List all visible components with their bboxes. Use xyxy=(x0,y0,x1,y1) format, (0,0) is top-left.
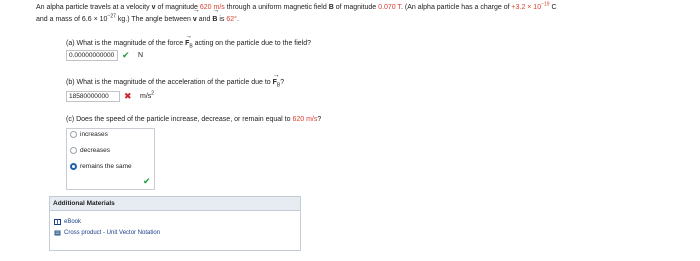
correct-check-icon: ✔ xyxy=(143,176,151,186)
additional-materials-panel: Additional Materials eBook Cross product… xyxy=(49,196,301,251)
part-b-unit: m/s2 xyxy=(140,90,155,100)
velocity-vector: v xyxy=(152,0,159,14)
charge-value: +3.2 × 10−19 xyxy=(511,1,550,11)
cross-product-link[interactable]: Cross product - Unit Vector Notation xyxy=(54,230,160,236)
problem-text: of magnitude xyxy=(335,4,377,11)
problem-text: of magnitude xyxy=(157,4,198,11)
problem-statement: An alpha particle travels at a velocity … xyxy=(36,0,696,26)
part-c-options: increases decreases remains the same ✔ xyxy=(66,128,155,190)
mass-text: and a mass of 6.6 × 10−27 xyxy=(36,13,116,23)
incorrect-x-icon: ✖ xyxy=(124,91,132,101)
document-icon xyxy=(54,230,61,236)
correct-check-icon: ✔ xyxy=(122,50,130,60)
problem-text: through a uniform magnetic field xyxy=(226,4,327,11)
field-vector: B xyxy=(212,7,219,26)
problem-text: is xyxy=(219,16,225,23)
radio-button-selected[interactable] xyxy=(70,163,77,170)
charge-unit: C xyxy=(551,4,557,11)
part-b-question: (b) What is the magnitude of the acceler… xyxy=(66,72,284,88)
part-b-answer-field[interactable]: 18580000000 xyxy=(66,91,120,102)
option-remains-the-same[interactable]: remains the same xyxy=(70,163,132,170)
option-decreases[interactable]: decreases xyxy=(70,147,110,154)
problem-text: kg.) The angle between xyxy=(117,16,191,23)
book-icon xyxy=(54,219,61,225)
additional-materials-title: Additional Materials xyxy=(50,197,300,211)
force-vector: F xyxy=(273,72,280,86)
field-vector: B xyxy=(329,0,336,14)
problem-text: . (An alpha particle has a charge of xyxy=(400,4,510,11)
angle-value: 62° xyxy=(226,16,237,23)
problem-text: and xyxy=(198,16,211,23)
problem-text: An alpha particle travels at a velocity xyxy=(36,4,150,11)
option-increases[interactable]: increases xyxy=(70,131,108,138)
problem-text: . xyxy=(236,16,239,23)
field-value: 0.070 T xyxy=(378,4,401,11)
radio-button[interactable] xyxy=(70,147,77,154)
part-a-question: (a) What is the magnitude of the force F… xyxy=(66,33,311,49)
part-a-answer-field[interactable]: 0.00000000000 xyxy=(66,50,118,61)
ebook-link[interactable]: eBook xyxy=(54,219,81,225)
part-c-question: (c) Does the speed of the particle incre… xyxy=(66,116,322,123)
radio-button[interactable] xyxy=(70,131,77,138)
part-a-unit: N xyxy=(138,52,144,59)
velocity-vector: v xyxy=(193,7,200,26)
force-vector: F xyxy=(185,33,192,47)
